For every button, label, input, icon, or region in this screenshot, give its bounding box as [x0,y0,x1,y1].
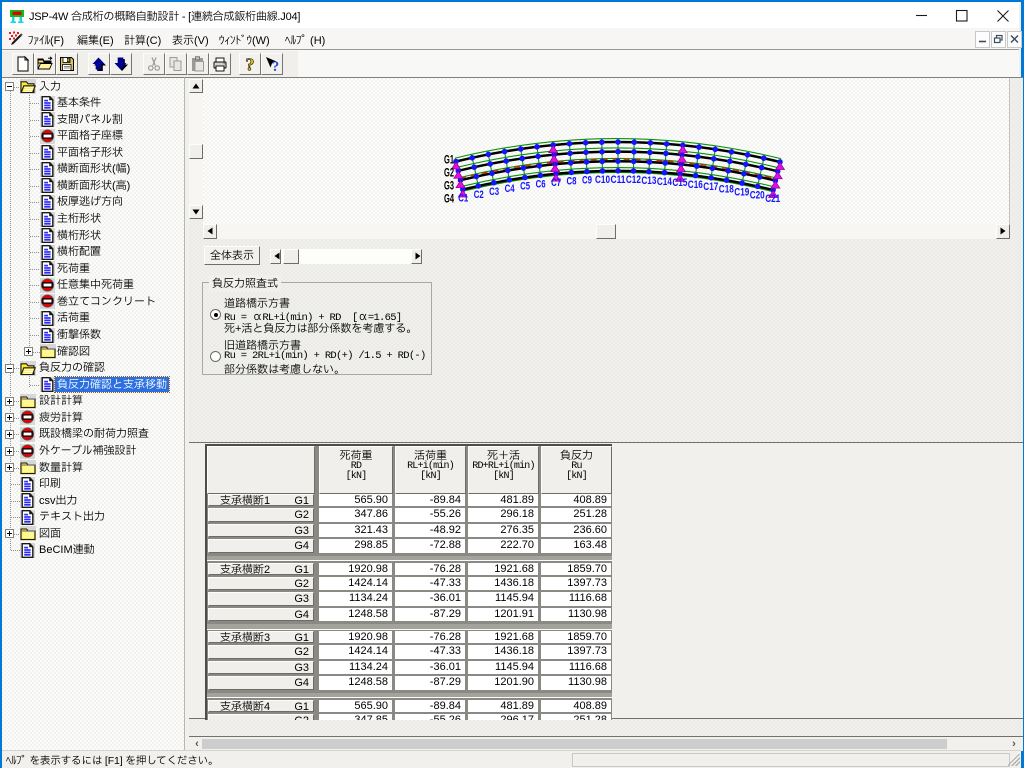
svg-text:C20: C20 [750,190,765,202]
svg-text:C14: C14 [657,176,673,188]
svg-text:C4: C4 [505,183,516,195]
svg-text:C11: C11 [611,174,626,186]
svg-text:C7: C7 [551,177,561,189]
svg-text:G1: G1 [444,155,454,167]
svg-text:C12: C12 [626,174,641,186]
svg-text:?: ? [246,56,255,72]
svg-text:C16: C16 [688,179,703,191]
svg-text:C13: C13 [641,175,656,187]
svg-text:G2: G2 [444,168,454,180]
svg-text:C9: C9 [582,175,592,187]
svg-text:C2: C2 [474,189,484,201]
svg-text:C21: C21 [765,193,780,205]
svg-text:G4: G4 [444,194,454,206]
svg-text:C19: C19 [734,186,749,198]
svg-text:C8: C8 [567,176,577,188]
svg-text:C1: C1 [458,193,468,205]
svg-text:C3: C3 [489,186,499,198]
svg-text:C10: C10 [595,174,610,186]
svg-text:G3: G3 [444,181,454,193]
svg-text:C18: C18 [719,183,734,195]
svg-text:C17: C17 [703,181,718,193]
svg-text:C5: C5 [520,181,530,193]
svg-text:C6: C6 [536,179,546,191]
svg-text:?: ? [272,59,280,72]
svg-text:C15: C15 [672,177,687,189]
